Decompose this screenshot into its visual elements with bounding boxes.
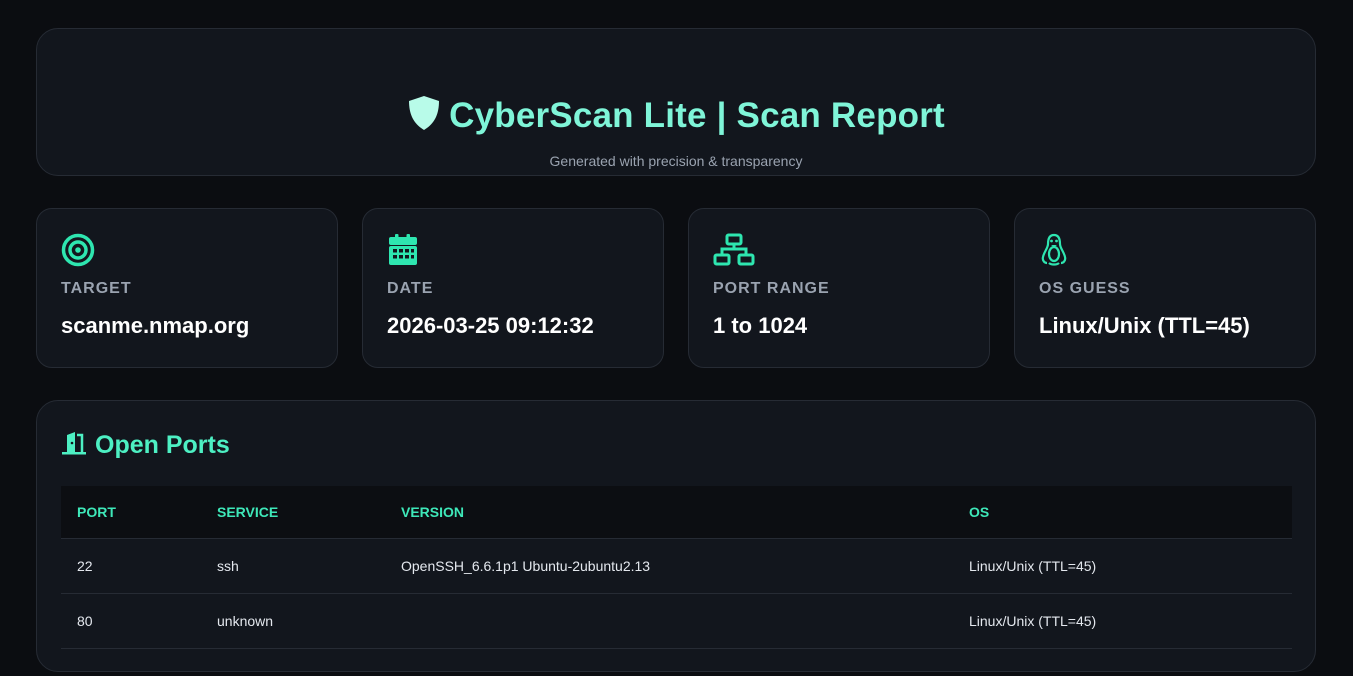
service-cell: ssh xyxy=(201,538,385,594)
port-cell: 22 xyxy=(61,538,201,594)
version-cell xyxy=(385,593,953,649)
page-subtitle: Generated with precision & transparency xyxy=(549,153,803,169)
title-row: CyberScan Lite | Scan Report xyxy=(37,95,1315,136)
port-cell: 80 xyxy=(61,593,201,649)
stat-card-target: TARGET scanme.nmap.org xyxy=(36,208,338,368)
table-row: 22 ssh OpenSSH_6.6.1p1 Ubuntu-2ubuntu2.1… xyxy=(61,538,1292,594)
stat-label: DATE xyxy=(387,280,434,297)
service-cell: unknown xyxy=(201,593,385,649)
stat-value: scanme.nmap.org xyxy=(61,313,250,338)
calendar-icon xyxy=(387,233,421,267)
page-title: CyberScan Lite | Scan Report xyxy=(449,95,945,135)
open-ports-table: PORT SERVICE VERSION OS 22 ssh OpenSSH_6… xyxy=(61,486,1292,649)
column-header-service[interactable]: SERVICE xyxy=(201,486,385,539)
stat-card-port-range: PORT RANGE 1 to 1024 xyxy=(688,208,990,368)
stat-value: 1 to 1024 xyxy=(713,313,808,338)
table-row: 80 unknown Linux/Unix (TTL=45) xyxy=(61,593,1292,649)
target-icon xyxy=(61,233,95,267)
open-ports-heading: Open Ports xyxy=(61,431,230,460)
os-cell: Linux/Unix (TTL=45) xyxy=(953,593,1292,649)
column-header-version[interactable]: VERSION xyxy=(385,486,953,539)
door-icon xyxy=(61,431,87,460)
shield-icon xyxy=(407,95,441,136)
report-header: CyberScan Lite | Scan Report Generated w… xyxy=(36,28,1316,176)
stat-value: Linux/Unix (TTL=45) xyxy=(1039,313,1250,338)
stat-card-date: DATE 2026-03-25 09:12:32 xyxy=(362,208,664,368)
linux-icon xyxy=(1039,233,1073,267)
column-header-port[interactable]: PORT xyxy=(61,486,201,539)
stat-value: 2026-03-25 09:12:32 xyxy=(387,313,594,338)
open-ports-section: Open Ports PORT SERVICE VERSION OS 22 ss… xyxy=(36,400,1316,672)
version-cell: OpenSSH_6.6.1p1 Ubuntu-2ubuntu2.13 xyxy=(385,538,953,594)
stat-label: TARGET xyxy=(61,280,132,297)
section-title: Open Ports xyxy=(95,431,230,459)
table-header-row: PORT SERVICE VERSION OS xyxy=(61,486,1292,539)
network-icon xyxy=(713,233,755,267)
stat-label: PORT RANGE xyxy=(713,280,830,297)
os-cell: Linux/Unix (TTL=45) xyxy=(953,538,1292,594)
column-header-os[interactable]: OS xyxy=(953,486,1292,539)
report-page: CyberScan Lite | Scan Report Generated w… xyxy=(0,0,1353,676)
stat-label: OS GUESS xyxy=(1039,280,1131,297)
stat-card-os-guess: OS GUESS Linux/Unix (TTL=45) xyxy=(1014,208,1316,368)
